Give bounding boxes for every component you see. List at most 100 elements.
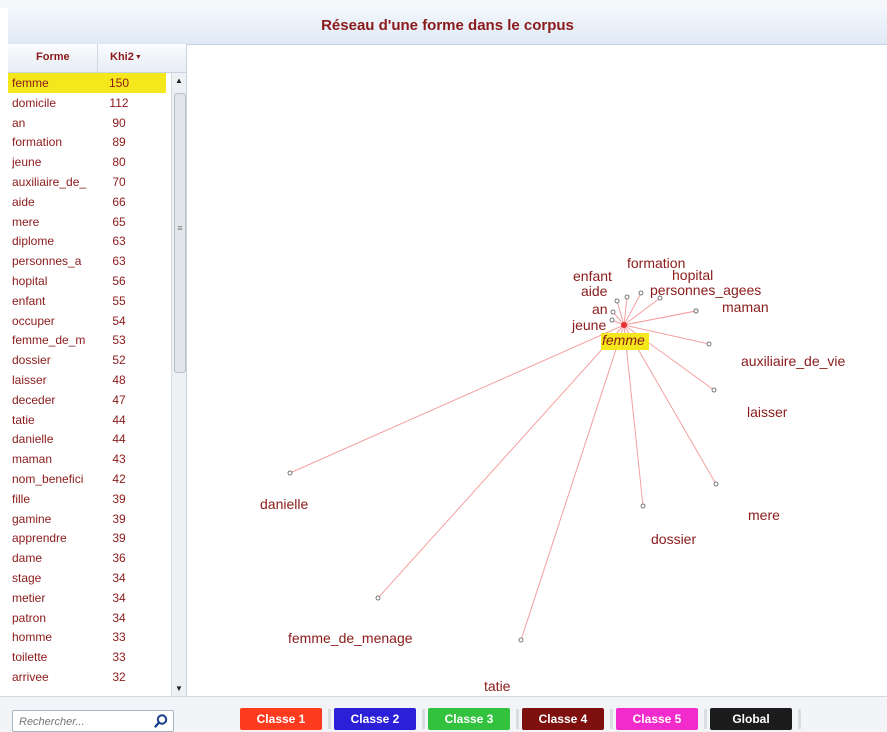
table-row[interactable]: domicile 112 [8, 93, 166, 113]
table-row[interactable]: dossier 52 [8, 350, 166, 370]
scroll-up-arrow-icon[interactable]: ▲ [172, 73, 186, 89]
class-2-button[interactable]: Classe 2 [334, 708, 416, 730]
graph-node-label[interactable]: danielle [260, 496, 308, 512]
center-node-label[interactable]: femme [602, 332, 645, 348]
global-button[interactable]: Global [710, 708, 792, 730]
search-box [12, 710, 174, 732]
graph-node-label[interactable]: maman [722, 299, 769, 315]
table-row[interactable]: laisser 48 [8, 370, 166, 390]
search-input[interactable] [17, 713, 141, 730]
table-row[interactable]: nom_benefici 42 [8, 469, 166, 489]
graph-node-dot[interactable] [713, 481, 719, 487]
graph-node-dot[interactable] [638, 290, 644, 296]
row-forme: occuper [12, 313, 55, 328]
table-row[interactable]: hopital 56 [8, 271, 166, 291]
graph-node-label[interactable]: auxiliaire_de_vie [741, 353, 846, 369]
table-row[interactable]: homme 33 [8, 627, 166, 647]
row-forme: diplome [12, 234, 55, 249]
table-row[interactable]: gamine 39 [8, 509, 166, 529]
graph-node-dot[interactable] [624, 294, 630, 300]
table-row[interactable]: arrivee 32 [8, 667, 166, 687]
table-row[interactable]: aide 66 [8, 192, 166, 212]
table-row[interactable]: enfant 55 [8, 291, 166, 311]
class-4-button[interactable]: Classe 4 [522, 708, 604, 730]
table-row[interactable]: occuper 54 [8, 311, 166, 331]
row-forme: jeune [12, 155, 42, 170]
graph-node-dot[interactable] [614, 298, 620, 304]
table-row[interactable]: femme 150 [8, 73, 166, 93]
button-separator [798, 709, 801, 729]
button-separator [610, 709, 613, 729]
table-row[interactable]: auxiliaire_de_ 70 [8, 172, 166, 192]
row-khi2: 52 [112, 353, 126, 368]
table-row[interactable]: maman 43 [8, 449, 166, 469]
row-forme: aide [12, 194, 35, 209]
column-divider[interactable] [97, 44, 98, 72]
app-window: Réseau d'une forme dans le corpus Forme … [0, 0, 887, 732]
row-khi2: 90 [112, 115, 126, 130]
table-row[interactable]: femme_de_m 53 [8, 330, 166, 350]
row-forme: deceder [12, 392, 56, 407]
graph-node-dot[interactable] [518, 637, 524, 643]
scroll-thumb[interactable]: ≡ [174, 93, 186, 373]
table-row[interactable]: dame 36 [8, 548, 166, 568]
graph-node-label[interactable]: hopital [672, 267, 713, 283]
graph-node-label[interactable]: laisser [747, 404, 788, 420]
table-row[interactable]: fille 39 [8, 489, 166, 509]
class-3-button[interactable]: Classe 3 [428, 708, 510, 730]
table-row[interactable]: formation 89 [8, 132, 166, 152]
sort-desc-icon: ▼ [134, 53, 142, 61]
table-row[interactable]: stage 34 [8, 568, 166, 588]
graph-node-label[interactable]: tatie [484, 678, 511, 694]
vertical-scrollbar[interactable]: ▲ ≡ ▼ [171, 73, 186, 697]
graph-node-label[interactable]: enfant [573, 268, 612, 284]
word-list-panel: Forme Khi2▼ femme 150 domicile 112 an 90 forma… [8, 44, 187, 697]
table-row[interactable]: personnes_a 63 [8, 251, 166, 271]
graph-node-label[interactable]: jeune [571, 317, 606, 333]
table-row[interactable]: mere 65 [8, 212, 166, 232]
table-row[interactable]: metier 34 [8, 588, 166, 608]
row-forme: dame [12, 551, 43, 566]
row-forme: personnes_a [12, 254, 82, 269]
graph-node-label[interactable]: an [592, 301, 608, 317]
row-forme: gamine [12, 511, 52, 526]
row-forme: toilette [12, 650, 48, 665]
graph-node-dot[interactable] [711, 387, 717, 393]
scroll-down-arrow-icon[interactable]: ▼ [172, 681, 186, 697]
table-row[interactable]: diplome 63 [8, 231, 166, 251]
row-khi2: 32 [112, 670, 126, 684]
column-header-khi2[interactable]: Khi2▼ [110, 51, 142, 63]
row-khi2: 63 [112, 234, 126, 249]
graph-node-label[interactable]: aide [581, 283, 608, 299]
graph-node-dot[interactable] [610, 309, 616, 315]
graph-node-dot[interactable] [706, 341, 712, 347]
graph-node-dot[interactable] [287, 470, 293, 476]
table-row[interactable]: tatie 44 [8, 410, 166, 430]
row-khi2: 44 [112, 432, 126, 447]
table-row[interactable]: apprendre 39 [8, 528, 166, 548]
graph-node-dot[interactable] [693, 308, 699, 314]
graph-node-label[interactable]: dossier [651, 531, 696, 547]
row-khi2: 56 [112, 274, 126, 288]
class-1-button[interactable]: Classe 1 [240, 708, 322, 730]
graph-node-label[interactable]: personnes_agees [650, 282, 761, 298]
class-5-button[interactable]: Classe 5 [616, 708, 698, 730]
table-row[interactable]: jeune 80 [8, 152, 166, 172]
graph-node-label[interactable]: mere [748, 507, 780, 523]
graph-node-dot[interactable] [640, 503, 646, 509]
table-row[interactable]: danielle 44 [8, 429, 166, 449]
graph-node-dot[interactable] [609, 317, 615, 323]
table-row[interactable]: patron 34 [8, 608, 166, 628]
graph-node-dot[interactable] [375, 595, 381, 601]
table-row[interactable]: deceder 47 [8, 390, 166, 410]
center-node-dot[interactable] [621, 322, 627, 328]
table-row[interactable]: toilette 33 [8, 647, 166, 667]
search-icon[interactable] [153, 713, 169, 729]
row-khi2: 55 [112, 293, 126, 308]
graph-node-label[interactable]: femme_de_menage [288, 630, 413, 646]
network-graph[interactable]: formationhopitalenfantaide personnes_agee… [187, 44, 887, 696]
table-row[interactable]: an 90 [8, 113, 166, 133]
row-khi2: 39 [112, 491, 126, 506]
column-header-forme[interactable]: Forme [36, 51, 70, 63]
button-separator [516, 709, 519, 729]
